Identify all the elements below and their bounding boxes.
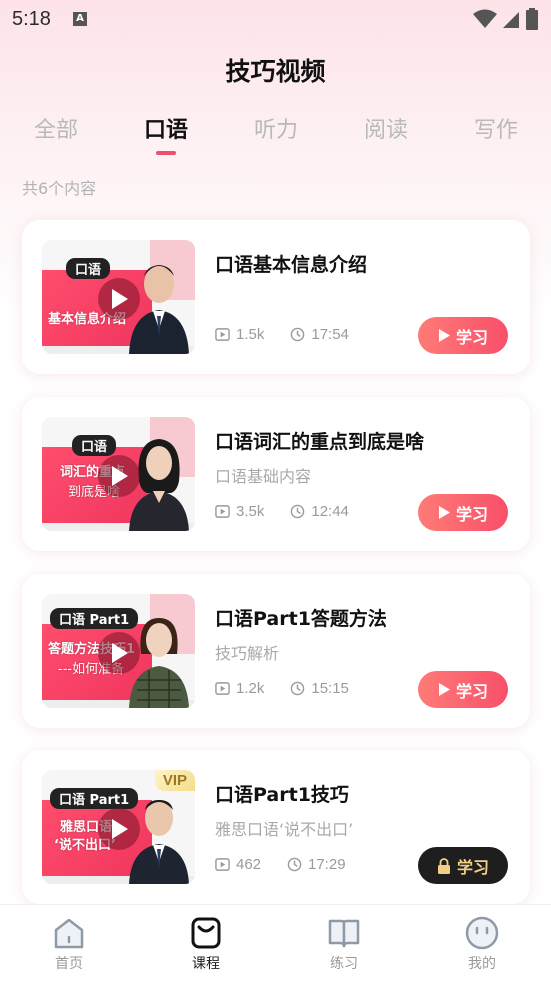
- play-icon: [112, 819, 128, 839]
- play-button[interactable]: [98, 455, 140, 497]
- active-tab-indicator: [156, 151, 176, 155]
- thumbnail-badge: 口语 Part1: [50, 788, 139, 809]
- video-duration: 15:15: [311, 680, 349, 697]
- tab-all[interactable]: 全部: [16, 112, 96, 144]
- play-icon: [112, 466, 128, 486]
- study-button-label: 学习: [455, 504, 488, 524]
- play-button[interactable]: [98, 632, 140, 674]
- video-meta: 3.5k 12:44: [215, 503, 349, 520]
- nav-item-course[interactable]: 课程: [166, 915, 246, 973]
- study-button[interactable]: 学习: [418, 671, 508, 708]
- tab-listening[interactable]: 听力: [236, 112, 316, 144]
- course-icon: [191, 917, 221, 949]
- play-button[interactable]: [98, 808, 140, 850]
- view-count: 1.5k: [236, 326, 265, 343]
- thumbnail-badge: 口语: [72, 435, 117, 456]
- view-count: 1.2k: [236, 680, 265, 697]
- book-icon: [328, 919, 360, 948]
- thumbnail-badge: 口语: [66, 258, 111, 279]
- views-icon: [215, 328, 230, 341]
- lock-icon: [437, 857, 450, 874]
- signal-icon: [503, 12, 519, 28]
- content-count: 共6个内容: [22, 179, 97, 198]
- status-bar: 5:18 A: [0, 0, 551, 38]
- clock-icon: [291, 327, 305, 342]
- bottom-nav: 首页 课程 练习 我的: [0, 904, 551, 981]
- page-title: 技巧视频: [225, 57, 326, 86]
- video-title: 口语Part1技巧: [215, 784, 349, 806]
- battery-icon: [526, 8, 538, 30]
- profile-icon: [465, 916, 499, 950]
- nav-label-practice: 练习: [330, 956, 358, 972]
- video-title: 口语Part1答题方法: [215, 608, 387, 630]
- video-duration: 12:44: [311, 503, 349, 520]
- thumbnail-badge: 口语 Part1: [50, 608, 139, 629]
- video-title: 口语基本信息介绍: [215, 254, 368, 276]
- vip-badge: VIP: [154, 770, 195, 791]
- video-card[interactable]: 口语 Part1 答题方法技巧1 ---如何准备 口语Part1答题方法 技巧解…: [22, 574, 530, 728]
- video-subtitle: 雅思口语‘说不出口’: [215, 820, 354, 839]
- wifi-icon: [473, 9, 497, 28]
- video-thumbnail[interactable]: 口语 Part1 雅思口语 ‘说不出口’ VIP: [42, 770, 195, 884]
- video-meta: 1.5k 17:54: [215, 326, 349, 343]
- video-card[interactable]: 口语 基本信息介绍 口语基本信息介绍 1.5k 17:54 学习: [22, 220, 530, 374]
- play-icon: [112, 289, 128, 309]
- home-icon: [54, 918, 84, 949]
- study-button-label: 学习: [455, 327, 488, 347]
- tab-speaking[interactable]: 口语: [126, 112, 206, 144]
- video-meta: 1.2k 15:15: [215, 680, 349, 697]
- view-count: 3.5k: [236, 503, 265, 520]
- video-thumbnail[interactable]: 口语 词汇的重点 到底是啥: [42, 417, 195, 531]
- nav-label-profile: 我的: [468, 956, 496, 972]
- play-button[interactable]: [98, 278, 140, 320]
- video-meta: 462 17:29: [215, 856, 346, 873]
- video-title: 口语词汇的重点到底是啥: [215, 431, 425, 453]
- study-button[interactable]: 学习: [418, 317, 508, 354]
- clock-icon: [287, 857, 302, 872]
- study-button-label: 学习: [455, 681, 488, 701]
- views-icon: [215, 682, 230, 695]
- study-button[interactable]: 学习: [418, 494, 508, 531]
- play-icon: [438, 506, 450, 519]
- nav-item-home[interactable]: 首页: [29, 915, 109, 973]
- video-duration: 17:54: [311, 326, 349, 343]
- video-thumbnail[interactable]: 口语 基本信息介绍: [42, 240, 195, 354]
- views-icon: [215, 858, 230, 871]
- video-card[interactable]: 口语 词汇的重点 到底是啥 口语词汇的重点到底是啥 口语基础内容 3.5k 12…: [22, 397, 530, 551]
- tab-writing[interactable]: 写作: [456, 112, 536, 144]
- status-time: 5:18: [12, 7, 51, 30]
- locked-study-button[interactable]: 学习: [418, 847, 508, 884]
- play-icon: [438, 683, 450, 696]
- play-icon: [112, 643, 128, 663]
- nav-label-home: 首页: [55, 956, 83, 972]
- status-icons: [473, 8, 539, 30]
- tab-reading[interactable]: 阅读: [346, 112, 426, 144]
- clock-icon: [291, 681, 305, 696]
- play-icon: [438, 329, 450, 342]
- views-icon: [215, 505, 230, 518]
- nav-item-practice[interactable]: 练习: [304, 915, 384, 973]
- nav-label-course: 课程: [192, 956, 220, 972]
- notification-a-icon: A: [72, 12, 87, 26]
- video-subtitle: 口语基础内容: [215, 467, 312, 486]
- nav-item-profile[interactable]: 我的: [442, 915, 522, 973]
- video-duration: 17:29: [308, 856, 346, 873]
- view-count: 462: [236, 856, 262, 873]
- clock-icon: [291, 504, 305, 519]
- category-tabs: 全部 口语 听力 阅读 写作: [0, 112, 551, 160]
- video-thumbnail[interactable]: 口语 Part1 答题方法技巧1 ---如何准备: [42, 594, 195, 708]
- video-subtitle: 技巧解析: [215, 644, 280, 663]
- video-card[interactable]: 口语 Part1 雅思口语 ‘说不出口’ VIP 口语Part1技巧 雅思口语‘…: [22, 750, 530, 904]
- study-button-label: 学习: [456, 857, 489, 877]
